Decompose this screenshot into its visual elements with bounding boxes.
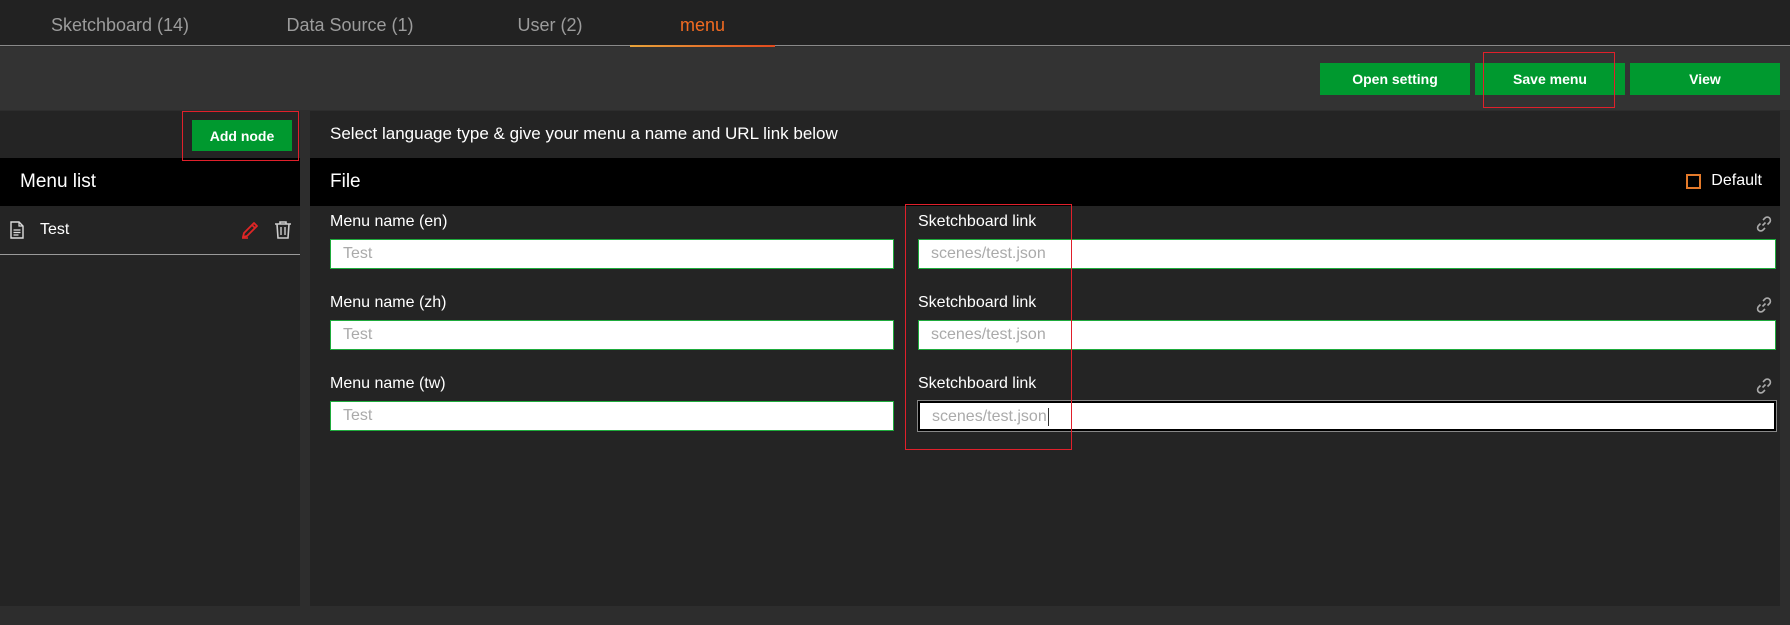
link-icon[interactable]: [1755, 377, 1773, 395]
link-icon[interactable]: [1755, 296, 1773, 314]
sketchboard-link-zh-label: Sketchboard link: [918, 294, 1037, 311]
checkbox-icon[interactable]: [1686, 173, 1702, 189]
add-node-button[interactable]: Add node: [192, 120, 292, 151]
file-header: File Default: [310, 158, 1780, 206]
bottom-bar: [0, 606, 1790, 625]
tab-data-source[interactable]: Data Source (1): [265, 0, 435, 46]
menu-name-en-input[interactable]: Test: [330, 239, 894, 269]
menu-name-zh-label: Menu name (zh): [330, 294, 447, 311]
list-item-label: Test: [40, 221, 70, 238]
menu-name-zh-input[interactable]: Test: [330, 320, 894, 350]
tab-user[interactable]: User (2): [500, 0, 600, 46]
document-icon: [10, 221, 24, 239]
menu-name-tw-label: Menu name (tw): [330, 375, 446, 392]
tab-menu[interactable]: menu: [630, 0, 775, 47]
open-setting-button[interactable]: Open setting: [1320, 63, 1470, 95]
text-caret: [1047, 407, 1049, 426]
sketchboard-link-zh-input[interactable]: scenes/test.json: [918, 320, 1776, 350]
sketchboard-link-tw-label: Sketchboard link: [918, 375, 1037, 392]
link-icon[interactable]: [1755, 215, 1773, 233]
tab-bar: Sketchboard (14) Data Source (1) User (2…: [0, 0, 1790, 47]
save-menu-button[interactable]: Save menu: [1475, 63, 1625, 95]
menu-name-tw-input[interactable]: Test: [330, 401, 894, 431]
menu-list-title: Menu list: [20, 171, 97, 192]
menu-editor-panel: Select language type & give your menu a …: [310, 111, 1780, 606]
sketchboard-link-en-input[interactable]: scenes/test.json: [918, 239, 1776, 269]
sketchboard-link-tw-value: scenes/test.json: [932, 408, 1047, 425]
pencil-icon[interactable]: [240, 220, 260, 240]
toolbar: Open setting Save menu View: [0, 47, 1790, 110]
view-button[interactable]: View: [1630, 63, 1780, 95]
default-checkbox[interactable]: Default: [1686, 172, 1762, 190]
default-label: Default: [1711, 172, 1762, 189]
file-title: File: [330, 171, 361, 192]
menu-name-en-label: Menu name (en): [330, 213, 448, 230]
instruction-text: Select language type & give your menu a …: [330, 124, 838, 143]
list-item[interactable]: Test: [0, 207, 300, 255]
menu-list-header: Menu list: [0, 158, 300, 206]
sketchboard-link-tw-input[interactable]: scenes/test.json: [917, 400, 1777, 432]
sketchboard-link-en-label: Sketchboard link: [918, 213, 1037, 230]
trash-icon[interactable]: [274, 220, 292, 240]
tab-sketchboard[interactable]: Sketchboard (14): [30, 0, 210, 46]
menu-list-panel: Add node Menu list Test: [0, 111, 300, 606]
